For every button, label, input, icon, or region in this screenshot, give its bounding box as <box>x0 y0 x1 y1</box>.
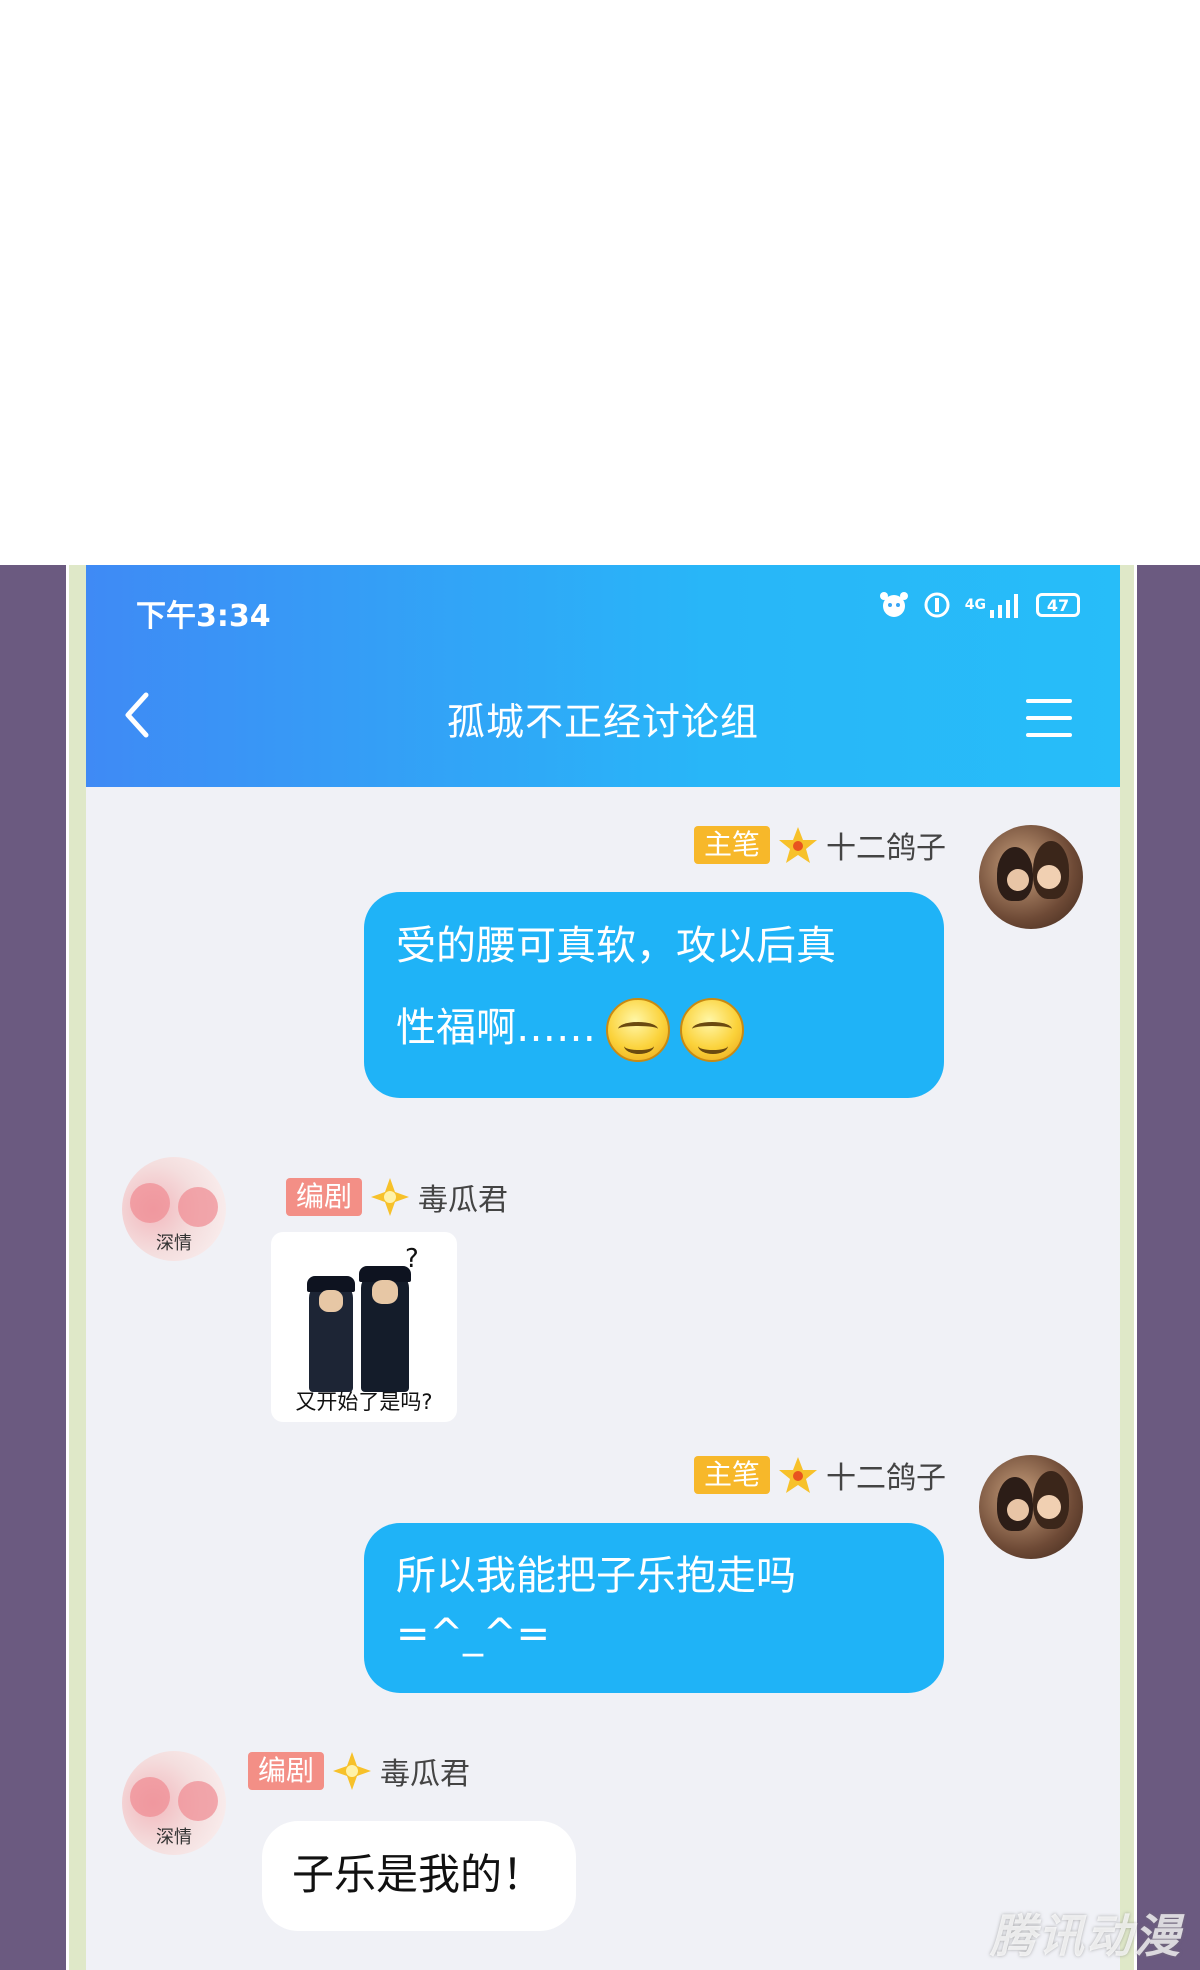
message-text-line-wrap: 性福啊…… <box>396 986 912 1070</box>
message-bubble: 所以我能把子乐抱走吗 =^_^= <box>364 1523 944 1693</box>
avatar[interactable] <box>979 1455 1083 1559</box>
avatar[interactable]: 深情 <box>122 1157 226 1261</box>
role-badge: 主笔 <box>694 826 771 864</box>
sparkle-icon <box>333 1752 372 1790</box>
network-type-label: 4G <box>964 597 986 613</box>
battery-icon: 47 <box>1036 593 1080 617</box>
chat-title: 孤城不正经讨论组 <box>446 700 759 744</box>
chat-screen: 下午3:34 4G 47 孤城不正经讨论组 主笔 十二鸽子 受的腰可真软，攻以后… <box>86 565 1120 1970</box>
message-text-line: =^_^= <box>396 1611 551 1657</box>
sync-icon <box>923 591 951 619</box>
avatar[interactable] <box>979 825 1083 929</box>
role-badge: 主笔 <box>694 1456 771 1494</box>
status-icons: 4G 47 <box>879 591 1080 619</box>
role-badge: 编剧 <box>248 1752 325 1790</box>
message-text-line: 性福啊…… <box>396 1005 596 1051</box>
signal-icon: 4G <box>965 592 1022 618</box>
chat-header: 下午3:34 4G 47 孤城不正经讨论组 <box>86 565 1120 787</box>
smirk-emoji-icon <box>606 998 670 1062</box>
sticker-question-mark: ? <box>405 1244 419 1274</box>
menu-icon[interactable] <box>1026 699 1072 739</box>
message-sender-meta: 主笔 十二鸽子 <box>694 1453 946 1497</box>
top-blank-area <box>0 0 1200 565</box>
sticker-image[interactable]: ? 又开始了是吗? <box>271 1232 457 1422</box>
sender-name: 十二鸽子 <box>826 831 947 866</box>
sparkle-icon <box>371 1178 410 1216</box>
status-time: 下午3:34 <box>136 599 271 634</box>
star-icon <box>779 1457 818 1493</box>
sticker-caption: 又开始了是吗? <box>295 1390 433 1414</box>
avatar-caption: 深情 <box>156 1827 192 1848</box>
message-bubble: 受的腰可真软，攻以后真 性福啊…… <box>364 892 944 1098</box>
star-icon <box>779 827 818 863</box>
message-sender-meta: 编剧 毒瓜君 <box>286 1175 508 1219</box>
app-notification-icon <box>879 592 909 618</box>
sender-name: 毒瓜君 <box>418 1183 509 1218</box>
smirk-emoji-icon <box>680 998 744 1062</box>
sender-name: 毒瓜君 <box>380 1757 471 1792</box>
avatar-caption: 深情 <box>156 1233 192 1254</box>
sender-name: 十二鸽子 <box>826 1461 947 1496</box>
message-sender-meta: 主笔 十二鸽子 <box>694 823 946 867</box>
role-badge: 编剧 <box>286 1178 363 1216</box>
message-text-line: 所以我能把子乐抱走吗 <box>396 1553 796 1599</box>
message-sender-meta: 编剧 毒瓜君 <box>248 1749 470 1793</box>
avatar[interactable]: 深情 <box>122 1751 226 1855</box>
message-bubble: 子乐是我的！ <box>262 1821 576 1931</box>
watermark-logo: 腾讯动漫 <box>990 1909 1182 1963</box>
message-text-line: 受的腰可真软，攻以后真 <box>396 923 836 969</box>
